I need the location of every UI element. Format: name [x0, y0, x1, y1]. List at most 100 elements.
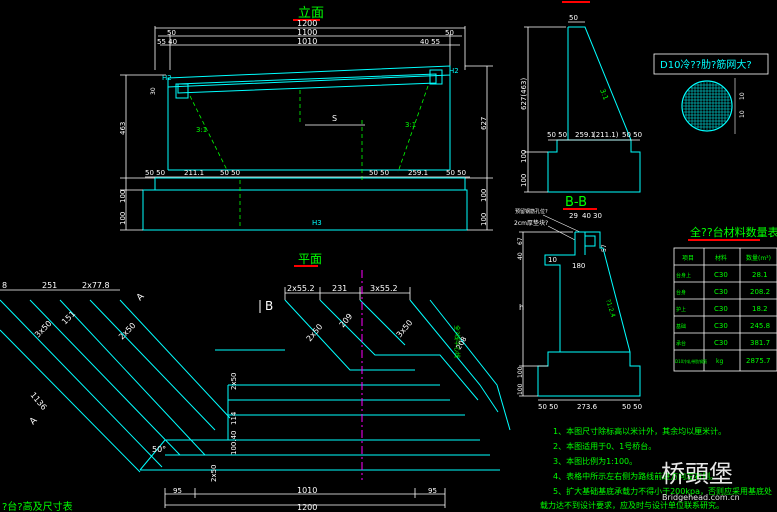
plan-angle: 50° — [152, 445, 166, 454]
bb-callout-2: 2cm厚垫块? — [514, 219, 548, 227]
table-cell: D10冷轧带肋钢筋 — [675, 358, 707, 364]
table-cell: 18.2 — [752, 305, 768, 313]
elev-slope-left: 3:1 — [196, 126, 207, 134]
table-row: 台身上 C30 28.1 — [676, 271, 768, 279]
table-cell: C30 — [714, 288, 728, 296]
bb-dim-40-side: 40 — [517, 252, 524, 260]
plan-dim-1136: 1136 — [28, 391, 48, 412]
mesh-detail-title: D10冷??肋?筋网大? — [660, 58, 752, 71]
elevation-hidden-lines — [189, 85, 429, 228]
table-cell: C30 — [714, 322, 728, 330]
bb-dim-100-b: 100 — [517, 383, 524, 395]
elev-dim-bot-3: 50 50 — [220, 169, 240, 177]
mesh-grid — [683, 82, 731, 130]
table-cell: C30 — [714, 271, 728, 279]
watermark-logo: 桥頭堡 — [661, 460, 733, 488]
bb-dim-30: 30 — [593, 212, 602, 220]
plan-dim-2x778: 2x77.8 — [82, 281, 110, 290]
plan-section-mark-a-top: A — [135, 291, 147, 303]
side-section-view: 50 627(463) 100 100 50 50 259.1 (211.1) … — [520, 1, 642, 193]
elev-dim-1010: 1010 — [297, 37, 317, 46]
elev-dim-100-d: 100 — [480, 213, 488, 226]
elevation-right-dims — [465, 65, 493, 231]
mesh-dim-10-a: 10 — [739, 92, 746, 100]
table-cell: C30 — [714, 305, 728, 313]
elev-dim-bot-2: 211.1 — [184, 169, 204, 177]
bb-dim-bot-3: 50 50 — [622, 403, 642, 411]
plan-dim-209: 209 — [338, 312, 355, 329]
bb-callout-1: 预留钢筋孔位? — [515, 208, 548, 215]
elev-dim-50-left: 50 — [167, 29, 176, 37]
bb-section-view: B-B 预留钢筋孔位? 2cm厚垫块? 29 40 30 10 180 40 6… — [514, 195, 642, 411]
side-dim-100-a: 100 — [520, 150, 528, 163]
bb-dim-40: 40 — [582, 212, 591, 220]
side-dim-100-b: 100 — [520, 174, 528, 187]
elev-dim-50-right: 50 — [445, 29, 454, 37]
elev-dim-bot-1: 50 50 — [145, 169, 165, 177]
bb-dim-180: 180 — [572, 262, 585, 270]
table-cell: 台身上 — [676, 272, 691, 279]
side-section-dims — [524, 26, 640, 193]
table-row: 台身 C30 208.2 — [676, 288, 770, 296]
table-cell: 护上 — [676, 306, 686, 313]
table-header-item: 项目 — [682, 255, 694, 262]
plan-dim-95-right: 95 — [428, 487, 437, 495]
plan-dim-151: 151 — [60, 309, 77, 326]
plan-dim-2x50-bot: 2x50 — [210, 464, 218, 482]
bottom-left-title: ?台?高及尺寸表 — [2, 500, 73, 512]
table-cell: C30 — [714, 339, 728, 347]
bb-dim-57: 57 — [601, 244, 608, 252]
elev-label-h3: H3 — [312, 219, 322, 227]
plan-dim-251: 251 — [42, 281, 57, 290]
plan-dim-95-left: 95 — [173, 487, 182, 495]
plan-dim-2x552: 2x55.2 — [287, 284, 315, 293]
side-dim-627: 627(463) — [520, 78, 528, 110]
bb-dim-bot-1: 50 50 — [538, 403, 558, 411]
bb-dim-29: 29 — [569, 212, 578, 220]
plan-dim-1010: 1010 — [297, 486, 317, 495]
plan-dim-2x50-vert: 2x50 — [230, 372, 238, 390]
table-cell: 基础 — [676, 323, 686, 330]
plan-dim-2x50-right: 2x50 — [305, 322, 325, 343]
plan-section-mark-b: B — [265, 299, 273, 313]
table-cell: 28.1 — [752, 271, 768, 279]
plan-dim-114: 114 — [230, 411, 238, 425]
plan-dim-3x50-right: 3x50 — [395, 318, 415, 339]
plan-dim-3x552: 3x55.2 — [370, 284, 398, 293]
elev-dim-bot-5: 259.1 — [408, 169, 428, 177]
table-cell: 381.7 — [750, 339, 770, 347]
plan-dim-10040: 100.40 — [230, 431, 238, 456]
table-cell: 208.2 — [750, 288, 770, 296]
note-line: 3、本图比例为1:100。 — [553, 456, 637, 466]
note-line: 2、本图适用于0、1号桥台。 — [553, 441, 656, 451]
quantity-table: 全??台材料数量表 项目 材料 数量(m³) 台身上 C30 28.1 台身 C… — [673, 225, 777, 372]
table-cell: 245.8 — [750, 322, 770, 330]
bb-dim-h: h — [519, 303, 524, 312]
watermark-url: Bridgehead.com.cn — [662, 493, 740, 502]
side-dim-bot-4: 50 50 — [622, 131, 642, 139]
elev-dim-5540: 55 40 — [157, 38, 177, 46]
elev-dim-100-a: 100 — [119, 190, 127, 203]
table-cell: 台身 — [676, 289, 686, 296]
mesh-dim-10-b: 10 — [739, 110, 746, 118]
elev-dim-4055: 40 55 — [420, 38, 440, 46]
elev-dim-bot-4: 50 50 — [369, 169, 389, 177]
elev-dim-1200: 1200 — [297, 19, 317, 28]
mesh-detail: D10冷??肋?筋网大? 10 10 — [653, 53, 769, 134]
table-header-qty: 数量(m³) — [746, 254, 771, 262]
plan-view: 平面 8 251 2x77.8 2x55.2 231 3x55.2 全?线中心线… — [0, 252, 511, 512]
cad-drawing-canvas: 立面 1200 1100 50 50 55 40 1010 40 55 S 3:… — [0, 1, 777, 512]
plan-title: 平面 — [298, 252, 322, 266]
side-dim-bot-1: 50 50 — [547, 131, 567, 139]
plan-section-mark-a-bottom: A — [28, 415, 40, 427]
table-header-material: 材料 — [715, 254, 727, 262]
side-dim-bot-3: (211.1) — [593, 131, 619, 139]
side-slope: 3:1 — [598, 88, 610, 101]
plan-left-wing — [0, 299, 231, 473]
side-section-outline — [547, 26, 641, 193]
elev-dim-100-b: 100 — [119, 212, 127, 225]
table-cell: 2875.7 — [746, 357, 771, 365]
table-row: 承台 C30 381.7 — [676, 339, 770, 347]
elev-label-h2-right: H2 — [449, 67, 459, 75]
bb-slope: ?1:2.4 — [604, 298, 616, 318]
